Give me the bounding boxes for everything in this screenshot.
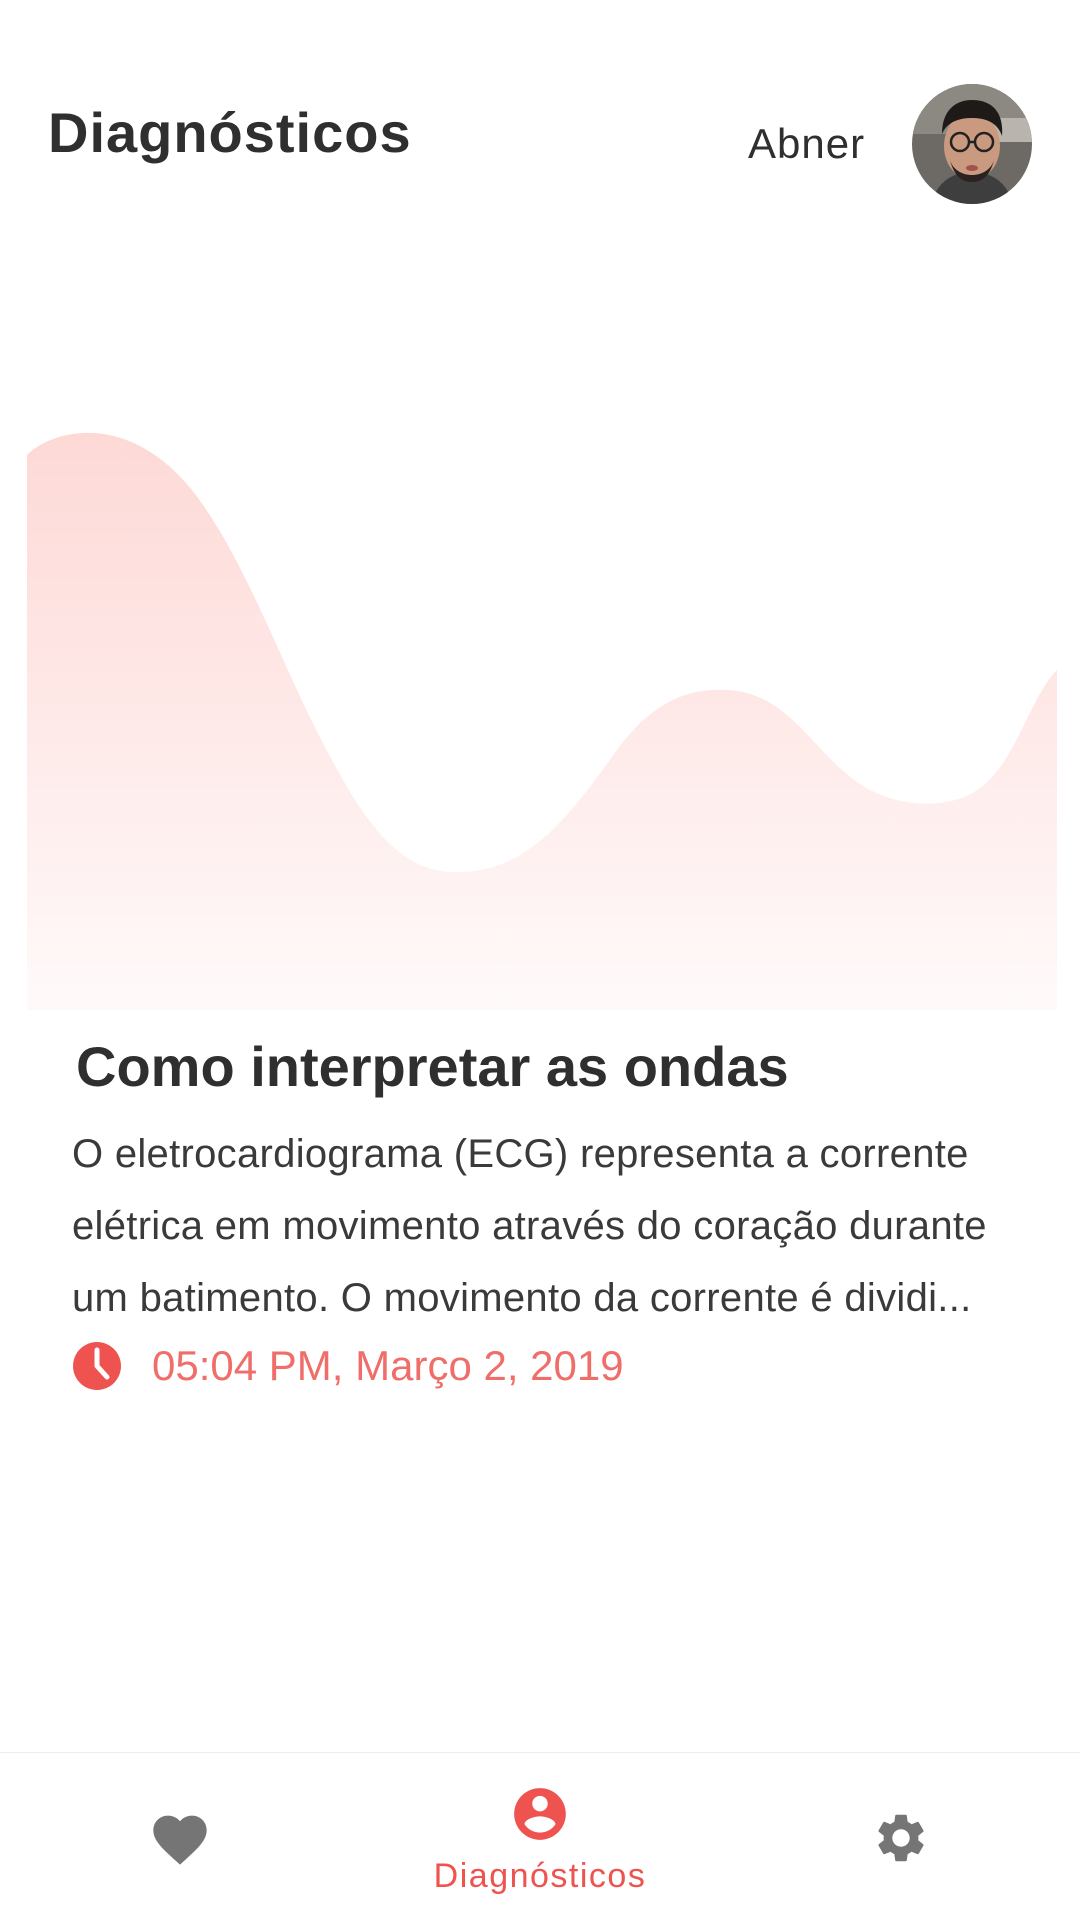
article-timestamp: 05:04 PM, Março 2, 2019 [152, 1342, 624, 1389]
article-excerpt: O eletrocardiograma (ECG) representa a c… [72, 1132, 987, 1320]
bottom-navigation: Diagnósticos [0, 1752, 1080, 1920]
nav-diagnostics[interactable]: Diagnósticos [400, 1753, 680, 1920]
wave-illustration [27, 430, 1057, 1010]
wave-graphic [27, 432, 1057, 1010]
user-name: Abner [748, 120, 866, 167]
avatar[interactable] [912, 84, 1032, 204]
nav-favorites[interactable] [120, 1753, 240, 1920]
gear-icon [878, 1814, 924, 1862]
app-header: Diagnósticos Abner [0, 0, 1080, 260]
page-title: Diagnósticos [48, 101, 412, 164]
heart-icon [153, 1815, 207, 1865]
nav-diagnostics-label: Diagnósticos [433, 1857, 647, 1895]
diagnostics-screen: Diagnósticos Abner Como interpretar as o… [0, 0, 1080, 1920]
user-avatar-photo [912, 84, 1032, 204]
account-circle-icon [514, 1788, 566, 1840]
clock-icon [73, 1342, 121, 1390]
article-timestamp-row: 05:04 PM, Março 2, 2019 [72, 1340, 624, 1392]
article-title[interactable]: Como interpretar as ondas [76, 1034, 789, 1099]
nav-settings[interactable] [840, 1753, 960, 1920]
